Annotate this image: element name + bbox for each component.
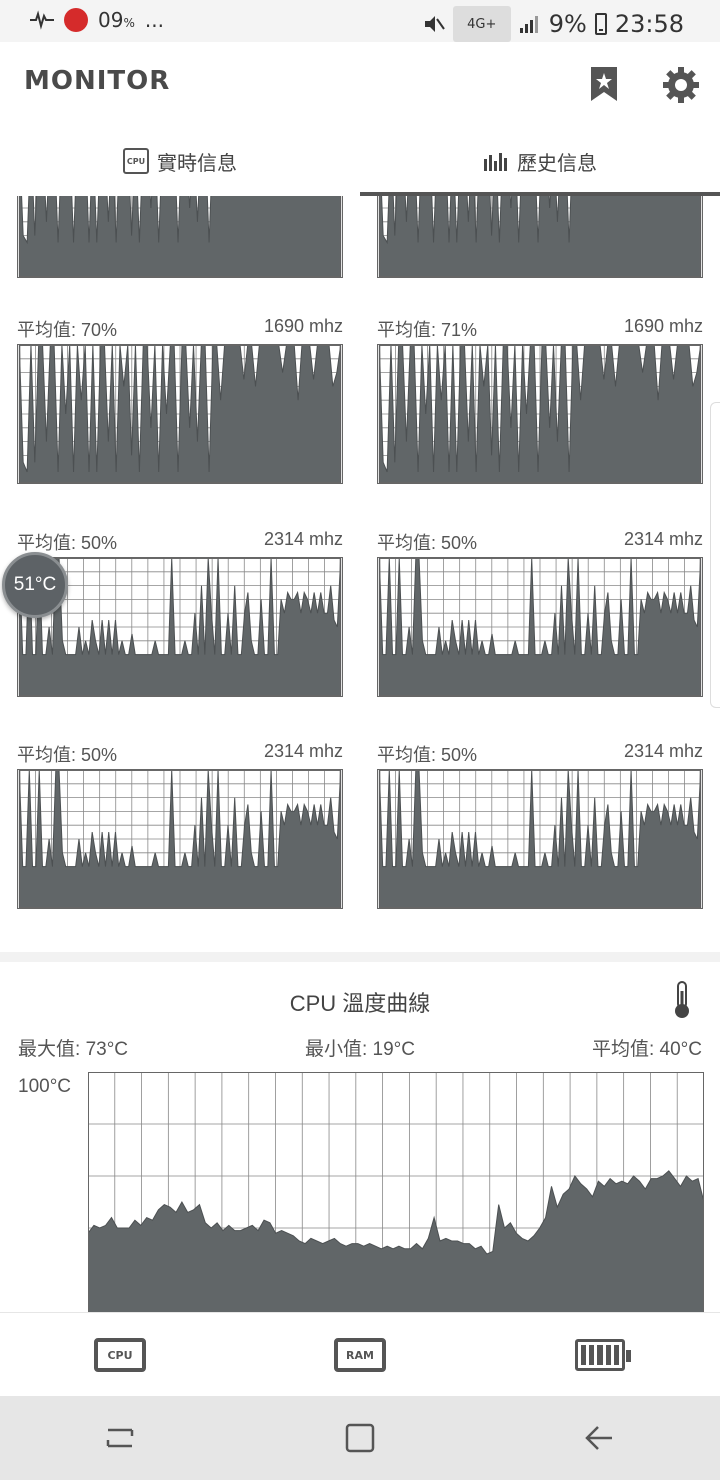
cpu-chip-icon: CPU xyxy=(123,148,149,174)
core-panel: 平均值: 50% 2314 mhz xyxy=(17,741,343,909)
status-time: 23:58 xyxy=(614,10,684,38)
core-frequency: 2314 mhz xyxy=(623,741,703,761)
core-frequency: 2314 mhz xyxy=(263,741,343,761)
core-panel: 平均值: 70% 1690 mhz xyxy=(17,316,343,484)
floating-temperature-badge[interactable]: 51°C xyxy=(2,552,68,618)
core-frequency: 1690 mhz xyxy=(263,316,343,336)
bottom-nav: CPU RAM xyxy=(0,1312,720,1396)
temp-avg: 平均值: 40°C xyxy=(591,1039,702,1060)
tab-history[interactable]: 歷史信息 xyxy=(360,126,720,196)
history-content[interactable]: 平均值: 70% 1690 mhz 平均值: 71% 1690 mhz 平均值: 5… xyxy=(0,196,720,1312)
status-bar: 09% ... 4G+ 9% 23:58 xyxy=(0,0,720,42)
core-panel: 平均值: 50% 2314 mhz xyxy=(377,529,703,697)
temperature-stats: 最大值: 73°C 最小值: 19°C 平均值: 40°C xyxy=(18,1034,702,1061)
core-usage-chart xyxy=(377,769,703,909)
core-frequency: 1690 mhz xyxy=(623,316,703,336)
temp-max: 最大值: 73°C xyxy=(18,1039,129,1060)
battery-icon xyxy=(594,13,607,35)
pulse-icon xyxy=(30,10,54,30)
core-avg-label: 平均值: xyxy=(17,745,77,765)
core-frequency: 2314 mhz xyxy=(623,529,703,549)
edge-panel-handle[interactable] xyxy=(710,402,720,708)
series-area xyxy=(378,196,702,277)
core-usage-chart xyxy=(17,344,343,484)
status-more: ... xyxy=(144,8,164,32)
core-panel: 平均值: 50% 2314 mhz xyxy=(17,529,343,697)
core-avg-value: 50% xyxy=(81,533,118,553)
tab-realtime-label: 實時信息 xyxy=(157,150,237,175)
bottom-nav-cpu[interactable]: CPU xyxy=(0,1313,240,1397)
back-button[interactable] xyxy=(480,1396,720,1480)
ram-icon: RAM xyxy=(334,1338,386,1372)
section-divider xyxy=(0,952,720,962)
network-indicator: 4G+ xyxy=(452,6,511,42)
core-avg-value: 50% xyxy=(441,533,478,553)
antutu-icon xyxy=(64,8,88,32)
app-bar: MONITOR xyxy=(0,42,720,126)
core-usage-chart xyxy=(377,557,703,697)
status-battery-small: 09% xyxy=(98,8,135,32)
home-button[interactable] xyxy=(240,1396,480,1480)
signal-icon xyxy=(519,16,538,33)
core-avg-label: 平均值: xyxy=(17,533,77,553)
core-usage-chart xyxy=(17,769,343,909)
core-chart-partial xyxy=(377,196,703,278)
series-area xyxy=(18,196,342,277)
core-avg-label: 平均值: xyxy=(377,745,437,765)
core-avg-value: 50% xyxy=(441,745,478,765)
battery-icon xyxy=(575,1339,631,1371)
core-avg-label: 平均值: xyxy=(377,533,437,553)
tab-history-label: 歷史信息 xyxy=(517,150,597,175)
core-panel: 平均值: 71% 1690 mhz xyxy=(377,316,703,484)
core-panel: 平均值: 50% 2314 mhz xyxy=(377,741,703,909)
core-avg-value: 70% xyxy=(81,320,118,340)
temperature-title: CPU 溫度曲線 xyxy=(289,991,431,1016)
core-avg-label: 平均值: xyxy=(377,320,437,340)
back-icon xyxy=(585,1426,612,1450)
tab-bar: CPU 實時信息 歷史信息 xyxy=(0,126,720,196)
recents-icon xyxy=(106,1428,134,1448)
status-battery-percent: 9% xyxy=(548,10,587,38)
settings-gear-icon[interactable] xyxy=(662,66,700,104)
core-avg-value: 71% xyxy=(441,320,478,340)
core-chart-partial xyxy=(17,196,343,278)
bottom-nav-battery[interactable] xyxy=(480,1313,720,1397)
core-frequency: 2314 mhz xyxy=(263,529,343,549)
core-avg-label: 平均值: xyxy=(17,320,77,340)
bookmark-star-icon[interactable] xyxy=(588,66,620,102)
core-avg-value: 50% xyxy=(81,745,118,765)
system-nav-bar xyxy=(0,1396,720,1480)
recents-button[interactable] xyxy=(0,1396,240,1480)
app-title: MONITOR xyxy=(24,66,171,96)
tab-realtime[interactable]: CPU 實時信息 xyxy=(0,126,360,196)
cpu-icon: CPU xyxy=(94,1338,146,1372)
temp-min: 最小值: 19°C xyxy=(304,1039,415,1060)
temp-axis-max: 100°C xyxy=(18,1076,72,1097)
core-usage-chart xyxy=(377,344,703,484)
bottom-nav-ram[interactable]: RAM xyxy=(240,1313,480,1397)
mute-icon xyxy=(424,16,445,32)
home-icon xyxy=(345,1423,375,1453)
thermometer-icon xyxy=(675,981,689,1018)
temperature-chart xyxy=(88,1072,704,1312)
bar-chart-icon xyxy=(484,153,507,171)
